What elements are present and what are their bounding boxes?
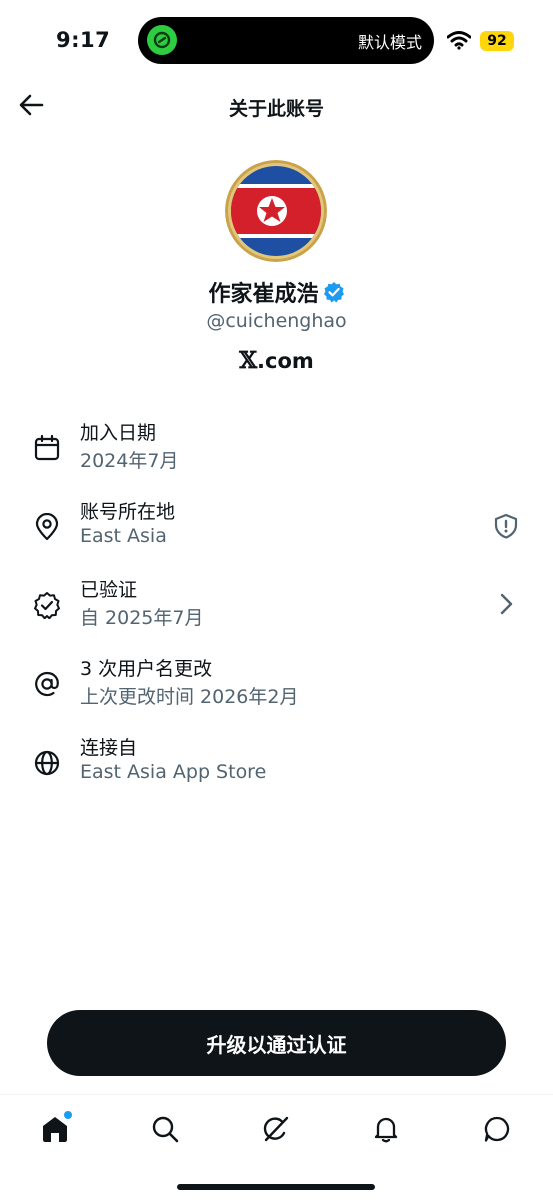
notification-dot [64,1111,72,1119]
message-icon [484,1116,510,1142]
info-subtitle: 2024年7月 [80,450,179,472]
info-row-verified[interactable]: 已验证 自 2025年7月 [0,573,553,643]
upgrade-verify-button[interactable]: 升级以通过认证 [47,1010,506,1076]
bell-icon [374,1117,398,1143]
nav-notifications[interactable] [366,1109,406,1149]
x-logo-icon: 𝕏 [239,347,258,374]
nav-grok[interactable] [256,1109,296,1149]
brand-domain: .com [257,348,314,373]
info-title: 已验证 [80,579,138,601]
location-pin-icon [35,513,59,541]
focus-mode-label: 默认模式 [357,33,422,52]
info-subtitle: 上次更改时间 2026年2月 [80,686,299,708]
dynamic-island: 默认模式 [138,17,434,64]
verified-check-icon [34,592,60,619]
status-time: 9:17 [56,28,111,52]
nav-search[interactable] [145,1109,185,1149]
shield-alert-icon[interactable] [493,513,519,539]
chevron-right-icon [500,593,513,615]
brand-link[interactable]: 𝕏 .com [0,347,553,374]
nav-home[interactable] [35,1109,75,1149]
info-title: 加入日期 [80,422,157,444]
link-icon [147,25,177,55]
calendar-icon [34,434,60,461]
search-icon [152,1116,179,1143]
info-title: 账号所在地 [80,501,176,523]
info-subtitle: 自 2025年7月 [80,607,204,629]
home-indicator [177,1184,375,1190]
grok-icon [263,1116,289,1142]
info-row-join-date: 加入日期 2024年7月 [0,416,553,486]
info-subtitle: East Asia [80,525,167,547]
wifi-icon [446,30,472,50]
at-sign-icon [35,671,59,697]
info-title: 连接自 [80,737,138,759]
battery-indicator: 92 [480,31,514,51]
display-name: 作家崔成浩 [208,282,319,307]
avatar[interactable] [225,160,327,262]
handle: @cuichenghao [206,310,347,332]
info-row-username-changes: 3 次用户名更改 上次更改时间 2026年2月 [0,652,553,722]
display-name-row: 作家崔成浩 [0,276,553,308]
header: 关于此账号 [0,82,553,132]
nav-messages[interactable] [477,1109,517,1149]
globe-icon [34,750,60,776]
info-row-connected-via: 连接自 East Asia App Store [0,731,553,801]
verified-badge-icon [323,282,344,303]
status-bar: 9:17 默认模式 92 [0,0,553,80]
page-title: 关于此账号 [228,98,324,120]
info-title: 3 次用户名更改 [80,658,213,680]
info-row-location: 账号所在地 East Asia [0,495,553,565]
info-subtitle: East Asia App Store [80,761,267,783]
